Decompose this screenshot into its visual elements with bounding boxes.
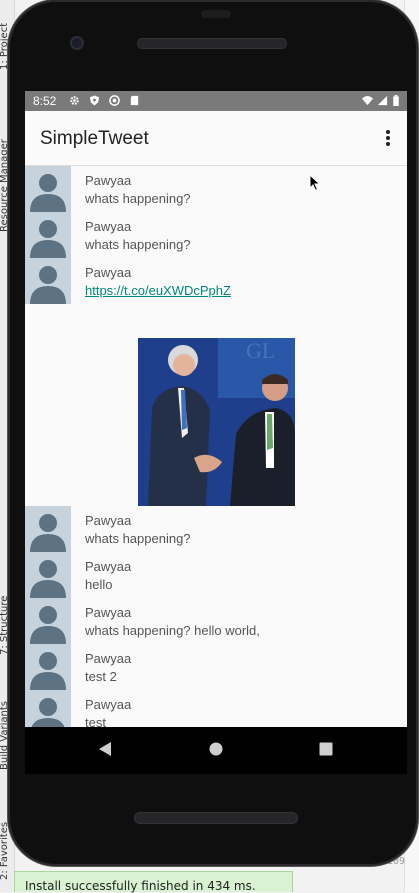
phone-speaker-bottom (134, 812, 298, 824)
shield-icon (89, 95, 100, 106)
tweet-body: whats happening? hello world, (85, 623, 260, 638)
avatar[interactable] (25, 690, 71, 727)
front-camera (70, 36, 84, 50)
avatar[interactable] (25, 258, 71, 304)
svg-text:GL: GL (246, 338, 275, 363)
tweet-username: Pawyaa (85, 697, 132, 712)
signal-icon (377, 95, 388, 106)
tweet-username: Pawyaa (85, 265, 132, 280)
back-triangle-icon[interactable] (98, 741, 112, 757)
tweet-username: Pawyaa (85, 651, 132, 666)
system-nav-bar (25, 727, 407, 774)
app-toolbar: SimpleTweet (25, 111, 407, 166)
avatar[interactable] (25, 644, 71, 690)
tweet-username: Pawyaa (85, 559, 132, 574)
phone-speaker-top (137, 38, 287, 49)
avatar[interactable] (25, 552, 71, 598)
tweet-item[interactable]: Pawyaa https://t.co/euXWDcPphZ GL (25, 258, 407, 506)
more-vertical-icon[interactable] (383, 128, 393, 150)
tweet-media-image[interactable]: GL (138, 338, 295, 506)
sd-card-icon (130, 95, 139, 106)
home-circle-icon[interactable] (209, 742, 223, 756)
install-toast: Install successfully finished in 434 ms. (14, 871, 293, 893)
tweet-username: Pawyaa (85, 173, 132, 188)
avatar[interactable] (25, 506, 71, 552)
gear-icon (70, 96, 79, 105)
tweet-body: test (85, 715, 106, 727)
tweet-body: https://t.co/euXWDcPphZ (85, 283, 231, 298)
tweet-username: Pawyaa (85, 605, 132, 620)
phone-sensor (201, 10, 231, 18)
tweet-body: hello (85, 577, 113, 592)
mouse-cursor-icon (309, 174, 321, 192)
avatar[interactable] (25, 166, 71, 212)
battery-icon (393, 95, 399, 106)
device-screen: 8:52 SimpleTweet Pawyaa whats happening?… (25, 91, 407, 774)
tweet-body: whats happening? (85, 531, 191, 546)
tweet-link[interactable]: https://t.co/euXWDcPphZ (85, 283, 231, 298)
status-time: 8:52 (33, 94, 57, 108)
wifi-icon (362, 96, 373, 106)
tweet-body: whats happening? (85, 191, 191, 206)
ide-tab-favorites[interactable]: 2: Favorites (0, 822, 10, 880)
tweet-username: Pawyaa (85, 513, 132, 528)
status-bar: 8:52 (25, 91, 407, 111)
recents-square-icon[interactable] (319, 742, 333, 756)
tweet-timeline[interactable]: Pawyaa whats happening? Pawyaa whats hap… (25, 166, 407, 727)
app-title: SimpleTweet (40, 128, 149, 149)
avatar[interactable] (25, 212, 71, 258)
tweet-body: test 2 (85, 669, 117, 684)
tweet-body: whats happening? (85, 237, 191, 252)
tweet-username: Pawyaa (85, 219, 132, 234)
no-disturb-icon (109, 95, 120, 106)
avatar[interactable] (25, 598, 71, 644)
